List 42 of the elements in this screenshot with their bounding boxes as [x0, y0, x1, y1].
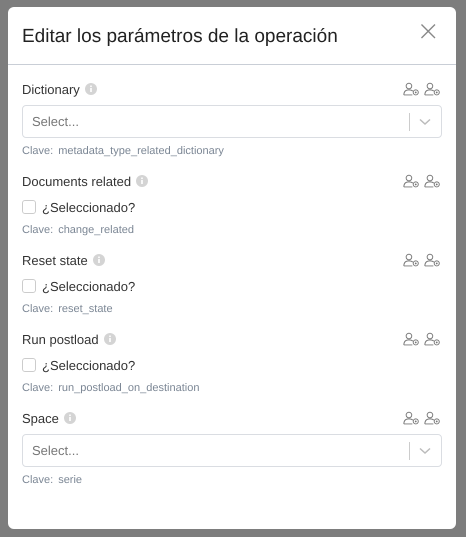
field-label: Run postload — [22, 332, 99, 346]
checkbox[interactable] — [22, 200, 36, 214]
key-label: Clave: — [22, 382, 54, 394]
key-value: reset_state — [58, 303, 113, 315]
key-label: Clave: — [22, 474, 54, 486]
user-settings-icon[interactable] — [403, 253, 420, 267]
user-settings-icon[interactable] — [403, 174, 420, 188]
key-value: change_related — [58, 224, 134, 236]
info-icon — [92, 254, 105, 266]
user-settings-icon[interactable] — [424, 82, 441, 96]
user-settings-icon[interactable] — [424, 174, 441, 188]
checkbox-label[interactable]: ¿Seleccionado? — [42, 278, 136, 294]
field-label: Space — [22, 410, 59, 426]
user-settings-icon[interactable] — [424, 332, 441, 346]
info-icon — [64, 412, 76, 424]
key-value: serie — [58, 474, 82, 486]
info-icon — [104, 333, 116, 345]
user-settings-icon[interactable] — [403, 332, 420, 346]
field-label: Reset state — [22, 252, 88, 268]
checkbox[interactable] — [22, 279, 36, 293]
field-label: Documents related — [22, 174, 132, 188]
user-settings-icon[interactable] — [424, 253, 441, 267]
user-settings-icon[interactable] — [403, 411, 420, 425]
field-label: Dictionary — [22, 82, 80, 96]
chevron-down-icon — [419, 446, 431, 454]
checkbox-label[interactable]: ¿Seleccionado? — [42, 358, 136, 372]
chevron-down-icon — [419, 118, 431, 126]
key-label: Clave: — [22, 224, 54, 236]
key-value: run_postload_on_destination — [58, 382, 200, 394]
key-label: Clave: — [22, 145, 54, 157]
close-button[interactable]: × — [412, 17, 444, 45]
info-icon — [136, 175, 148, 187]
dialog-title: Editar los parámetros de la operación — [22, 24, 339, 48]
info-icon — [84, 83, 97, 95]
key-label: Clave: — [22, 303, 54, 315]
checkbox[interactable] — [22, 358, 36, 372]
user-settings-icon[interactable] — [403, 82, 420, 96]
user-settings-icon[interactable] — [424, 411, 441, 425]
checkbox-label[interactable]: ¿Seleccionado? — [42, 200, 136, 214]
select-field[interactable]: Select... — [22, 105, 442, 138]
key-value: metadata_type_related_dictionary — [58, 145, 224, 157]
select-field[interactable]: Select... — [22, 434, 442, 467]
